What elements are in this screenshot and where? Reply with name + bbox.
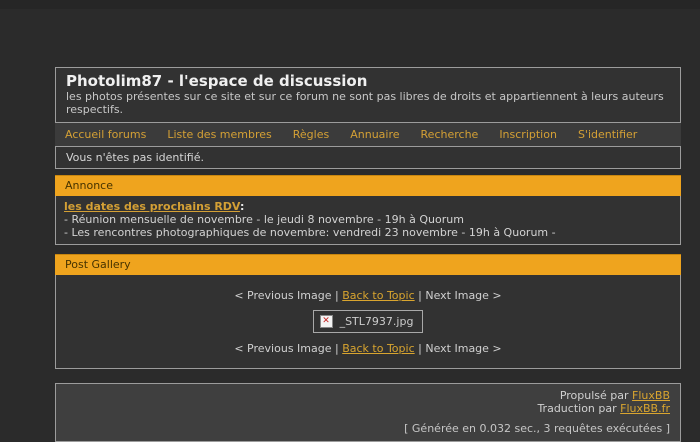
previous-image-label: < Previous Image: [234, 289, 331, 302]
translation-fluxbb-link[interactable]: FluxBB.fr: [620, 402, 670, 415]
login-status-bar: Vous n'êtes pas identifié.: [55, 146, 681, 169]
previous-image-label: < Previous Image: [234, 342, 331, 355]
powered-by-label: Propulsé par: [560, 389, 629, 402]
forum-header-panel: Photolim87 - l'espace de discussion les …: [55, 67, 681, 123]
page-title: Photolim87 - l'espace de discussion: [66, 72, 670, 90]
main-navbar: Accueil forums Liste des membres Règles …: [55, 123, 681, 146]
broken-image-icon: ✕: [320, 315, 333, 328]
announcement-header: Annonce: [55, 175, 681, 196]
post-gallery-body: < Previous Image | Back to Topic | Next …: [55, 275, 681, 369]
gallery-nav-top: < Previous Image | Back to Topic | Next …: [66, 289, 670, 302]
forum-page: Photolim87 - l'espace de discussion les …: [55, 67, 681, 442]
nav-separator: |: [418, 342, 422, 355]
back-to-topic-link[interactable]: Back to Topic: [342, 342, 414, 355]
nav-separator: |: [335, 342, 339, 355]
post-gallery-header: Post Gallery: [55, 254, 681, 275]
next-image-label: Next Image >: [425, 289, 501, 302]
nav-item-recherche[interactable]: Recherche: [421, 128, 479, 141]
nav-separator: |: [418, 289, 422, 302]
nav-item-accueil-forums[interactable]: Accueil forums: [65, 128, 146, 141]
powered-by-line: Propulsé par FluxBB: [66, 389, 670, 402]
post-gallery-section: Post Gallery < Previous Image | Back to …: [55, 254, 681, 369]
announcement-line: - Les rencontres photographiques de nove…: [64, 226, 672, 239]
next-image-label: Next Image >: [425, 342, 501, 355]
announcement-rdv-link[interactable]: les dates des prochains RDV: [64, 200, 240, 213]
nav-item-regles[interactable]: Règles: [293, 128, 329, 141]
translation-line: Traduction par FluxBB.fr: [66, 402, 670, 415]
nav-item-liste-des-membres[interactable]: Liste des membres: [167, 128, 271, 141]
login-status-text: Vous n'êtes pas identifié.: [66, 151, 204, 164]
page-subtitle: les photos présentes sur ce site et sur …: [66, 90, 670, 116]
image-filename: _STL7937.jpg: [340, 315, 414, 328]
announcement-section: Annonce les dates des prochains RDV: - R…: [55, 175, 681, 245]
nav-item-annuaire[interactable]: Annuaire: [350, 128, 399, 141]
gallery-nav-bottom: < Previous Image | Back to Topic | Next …: [66, 342, 670, 355]
generation-stats: [ Générée en 0.032 sec., 3 requêtes exéc…: [66, 422, 670, 435]
nav-item-sidentifier[interactable]: S'identifier: [578, 128, 637, 141]
broken-image-box: ✕ _STL7937.jpg: [313, 310, 424, 333]
powered-by-fluxbb-link[interactable]: FluxBB: [632, 389, 670, 402]
announcement-rdv-colon: :: [240, 200, 244, 213]
page-footer: Propulsé par FluxBB Traduction par FluxB…: [55, 383, 681, 442]
announcement-body: les dates des prochains RDV: - Réunion m…: [55, 196, 681, 245]
nav-item-inscription[interactable]: Inscription: [499, 128, 557, 141]
announcement-rdv-line: les dates des prochains RDV:: [64, 200, 672, 213]
nav-separator: |: [335, 289, 339, 302]
translation-label: Traduction par: [537, 402, 616, 415]
announcement-line: - Réunion mensuelle de novembre - le jeu…: [64, 213, 672, 226]
back-to-topic-link[interactable]: Back to Topic: [342, 289, 414, 302]
